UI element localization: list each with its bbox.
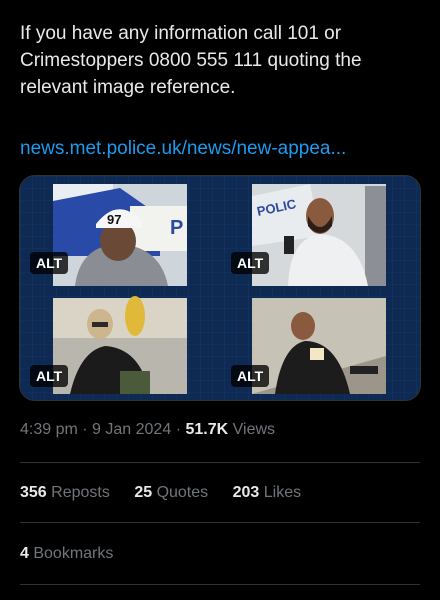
meta-separator: ·: [175, 421, 182, 438]
divider: [20, 584, 420, 585]
tweet-link[interactable]: news.met.police.uk/news/new-appea...: [20, 135, 346, 162]
alt-badge[interactable]: ALT: [231, 252, 270, 274]
divider: [20, 522, 420, 523]
alt-badge[interactable]: ALT: [30, 252, 69, 274]
quotes-stat[interactable]: 25 Quotes: [134, 484, 212, 501]
image-3[interactable]: [53, 296, 187, 394]
divider: [20, 462, 420, 463]
reposts-stat[interactable]: 356 Reposts: [20, 484, 114, 501]
cap-number: 97: [107, 212, 121, 227]
media-grid[interactable]: P 97 POLIC ALT ALT ALT ALT: [19, 175, 421, 401]
image-2[interactable]: POLIC: [252, 184, 386, 286]
tweet-text: If you have any information call 101 or …: [20, 23, 362, 98]
reposts-label: Reposts: [51, 484, 110, 501]
likes-label: Likes: [263, 484, 302, 501]
views-count: 51.7K: [185, 421, 229, 438]
reposts-count: 356: [20, 484, 47, 501]
tweet-meta: 4:39 pm · 9 Jan 2024 · 51.7K Views: [20, 421, 275, 439]
bookmarks-stat[interactable]: 4 Bookmarks: [20, 545, 113, 563]
quotes-label: Quotes: [156, 484, 209, 501]
image-4[interactable]: [252, 298, 386, 394]
views-label: Views: [232, 421, 276, 438]
bookmarks-label: Bookmarks: [33, 545, 114, 562]
svg-text:P: P: [170, 217, 183, 239]
quotes-count: 25: [134, 484, 153, 501]
meta-separator: ·: [82, 421, 88, 438]
likes-stat[interactable]: 203 Likes: [233, 484, 302, 501]
tweet-date[interactable]: 9 Jan 2024: [92, 421, 171, 438]
alt-badge[interactable]: ALT: [231, 365, 270, 387]
alt-badge[interactable]: ALT: [30, 365, 69, 387]
image-1[interactable]: P 97: [53, 184, 187, 286]
bookmarks-count: 4: [20, 545, 29, 562]
tweet-time[interactable]: 4:39 pm: [20, 421, 78, 438]
media-grid-image: P 97 POLIC: [20, 176, 420, 400]
likes-count: 203: [232, 484, 260, 501]
engagement-stats: 356 Reposts 25 Quotes 203 Likes: [20, 484, 321, 502]
